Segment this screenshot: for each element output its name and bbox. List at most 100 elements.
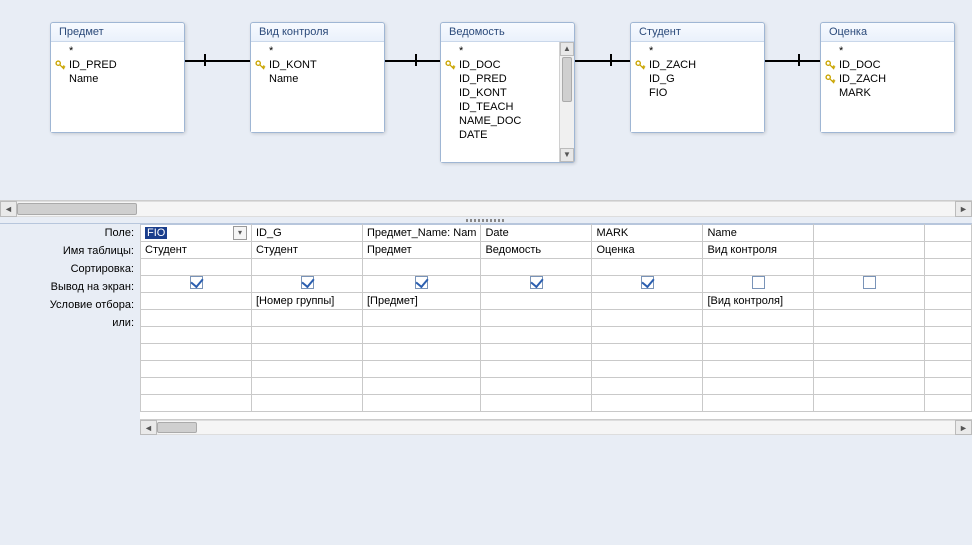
- grid-cell[interactable]: [592, 395, 703, 412]
- grid-cell[interactable]: [814, 293, 925, 310]
- grid-cell[interactable]: [481, 310, 592, 327]
- scroll-right-button[interactable]: ►: [955, 201, 972, 217]
- show-checkbox[interactable]: [301, 276, 314, 289]
- show-checkbox[interactable]: [190, 276, 203, 289]
- field-star[interactable]: *: [441, 44, 559, 58]
- grid-cell[interactable]: [363, 378, 481, 395]
- grid-cell[interactable]: [592, 276, 703, 293]
- chevron-down-icon[interactable]: ▾: [233, 226, 247, 240]
- grid-cell[interactable]: [925, 327, 972, 344]
- table-title[interactable]: Оценка: [821, 23, 954, 42]
- show-checkbox[interactable]: [752, 276, 765, 289]
- grid-cell[interactable]: [925, 225, 972, 242]
- grid-cell[interactable]: [703, 276, 814, 293]
- table-title[interactable]: Студент: [631, 23, 764, 42]
- grid-cell[interactable]: Студент: [252, 242, 363, 259]
- grid-cell[interactable]: [141, 395, 252, 412]
- grid-cell[interactable]: [141, 361, 252, 378]
- grid-cell[interactable]: [592, 344, 703, 361]
- scroll-down-button[interactable]: ▼: [560, 148, 574, 162]
- grid-cell[interactable]: [592, 310, 703, 327]
- scroll-track[interactable]: [157, 420, 955, 435]
- grid-cell[interactable]: [925, 395, 972, 412]
- grid-cell[interactable]: [925, 242, 972, 259]
- grid-cell[interactable]: [252, 327, 363, 344]
- grid-cell[interactable]: [481, 395, 592, 412]
- grid-cell[interactable]: [Номер группы]: [252, 293, 363, 310]
- grid-cell[interactable]: [252, 378, 363, 395]
- grid-cell[interactable]: [481, 327, 592, 344]
- grid-cell[interactable]: Студент: [141, 242, 252, 259]
- grid-cell[interactable]: [481, 276, 592, 293]
- grid-cell[interactable]: [363, 344, 481, 361]
- field-fio[interactable]: FIO: [631, 86, 764, 100]
- grid-cell[interactable]: [141, 259, 252, 276]
- table-title[interactable]: Предмет: [51, 23, 184, 42]
- grid-cell[interactable]: [814, 395, 925, 412]
- table-vedomost[interactable]: Ведомость * ID_DOC ID_PRED ID_KONT ID_TE…: [440, 22, 575, 163]
- field-date[interactable]: DATE: [441, 128, 559, 142]
- grid-cell[interactable]: [252, 259, 363, 276]
- grid-cell[interactable]: [703, 361, 814, 378]
- field-id-teach[interactable]: ID_TEACH: [441, 100, 559, 114]
- field-star[interactable]: *: [51, 44, 184, 58]
- show-checkbox[interactable]: [863, 276, 876, 289]
- field-id-kont[interactable]: ID_KONT: [441, 86, 559, 100]
- grid-cell[interactable]: [141, 327, 252, 344]
- table-student[interactable]: Студент * ID_ZACH ID_G FIO: [630, 22, 765, 133]
- grid-cell[interactable]: [703, 395, 814, 412]
- field-id-g[interactable]: ID_G: [631, 72, 764, 86]
- field-id-doc[interactable]: ID_DOC: [821, 58, 954, 72]
- grid-cell[interactable]: MARK: [592, 225, 703, 242]
- field-name[interactable]: Name: [251, 72, 384, 86]
- table-predmet[interactable]: Предмет * ID_PRED Name: [50, 22, 185, 133]
- grid-cell[interactable]: [141, 310, 252, 327]
- grid-cell[interactable]: [592, 259, 703, 276]
- grid-cell[interactable]: [252, 310, 363, 327]
- grid-cell[interactable]: [703, 344, 814, 361]
- grid-cell[interactable]: Предмет_Name: Nam: [363, 225, 481, 242]
- grid-cell[interactable]: [925, 293, 972, 310]
- grid-cell[interactable]: [592, 361, 703, 378]
- scroll-thumb[interactable]: [157, 422, 197, 433]
- table-field-list[interactable]: * ID_DOC ID_ZACH MARK: [821, 42, 954, 132]
- grid-cell[interactable]: [141, 276, 252, 293]
- scroll-left-button[interactable]: ◄: [0, 201, 17, 217]
- field-id-pred[interactable]: ID_PRED: [51, 58, 184, 72]
- field-name-doc[interactable]: NAME_DOC: [441, 114, 559, 128]
- grid-cell[interactable]: [Вид контроля]: [703, 293, 814, 310]
- field-id-zach[interactable]: ID_ZACH: [821, 72, 954, 86]
- field-id-doc[interactable]: ID_DOC: [441, 58, 559, 72]
- grid-cell[interactable]: FIO▾: [141, 225, 252, 242]
- field-id-zach[interactable]: ID_ZACH: [631, 58, 764, 72]
- grid-cell[interactable]: [141, 293, 252, 310]
- table-ocenka[interactable]: Оценка * ID_DOC ID_ZACH MARK: [820, 22, 955, 133]
- grid-cell[interactable]: Name: [703, 225, 814, 242]
- show-checkbox[interactable]: [641, 276, 654, 289]
- grid-cell[interactable]: Date: [481, 225, 592, 242]
- grid-cell[interactable]: [592, 293, 703, 310]
- table-field-list[interactable]: * ID_PRED Name: [51, 42, 184, 132]
- scroll-thumb[interactable]: [17, 203, 137, 215]
- grid-cell[interactable]: [925, 378, 972, 395]
- grid-cell[interactable]: [363, 361, 481, 378]
- field-star[interactable]: *: [631, 44, 764, 58]
- grid-cell[interactable]: [814, 344, 925, 361]
- grid-cell[interactable]: [592, 378, 703, 395]
- grid-cell[interactable]: [363, 395, 481, 412]
- grid-cell[interactable]: [141, 344, 252, 361]
- grid-cell[interactable]: [481, 293, 592, 310]
- grid-cell[interactable]: [925, 344, 972, 361]
- grid-cell[interactable]: [481, 378, 592, 395]
- show-checkbox[interactable]: [415, 276, 428, 289]
- grid-cell[interactable]: [925, 310, 972, 327]
- grid-cell[interactable]: Оценка: [592, 242, 703, 259]
- grid-cell[interactable]: Предмет: [363, 242, 481, 259]
- table-vid-kontrolya[interactable]: Вид контроля * ID_KONT Name: [250, 22, 385, 133]
- field-mark[interactable]: MARK: [821, 86, 954, 100]
- grid-cell[interactable]: [141, 378, 252, 395]
- grid-cell[interactable]: [252, 344, 363, 361]
- relationships-pane[interactable]: Предмет * ID_PRED Name Вид контроля * ID…: [0, 0, 972, 200]
- grid-cell[interactable]: [814, 242, 925, 259]
- grid-cell[interactable]: [252, 276, 363, 293]
